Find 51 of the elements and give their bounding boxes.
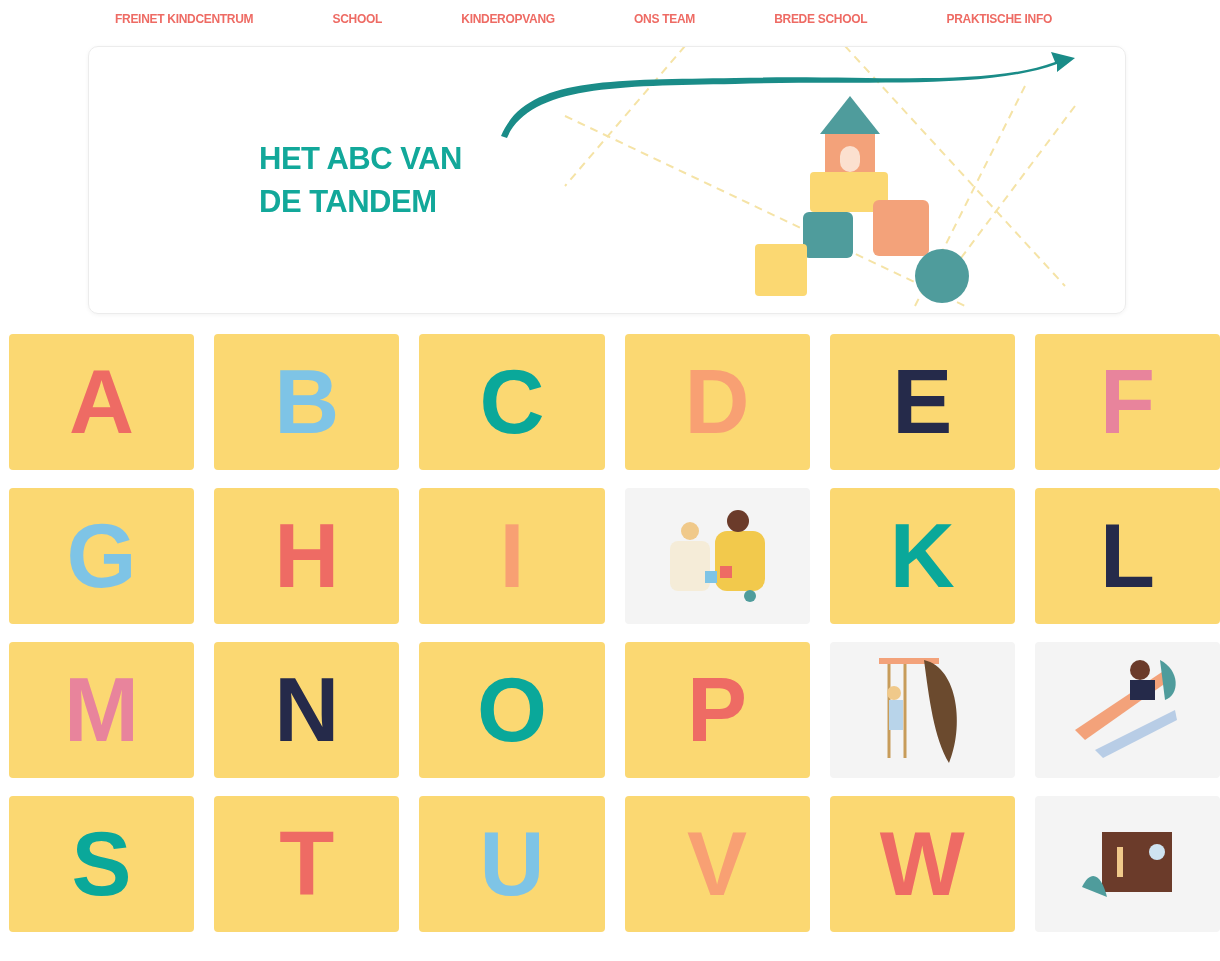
tile-letter: P [687, 665, 748, 755]
tile-letter: T [279, 819, 335, 909]
nav-link[interactable]: FREINET KINDCENTRUM [115, 10, 254, 46]
letter-tile[interactable]: N [214, 642, 400, 778]
nav-link[interactable]: SCHOOL [332, 10, 383, 46]
tile-letter: A [69, 357, 135, 447]
illustration-tile[interactable] [829, 642, 1015, 778]
tile-letter: D [684, 357, 750, 447]
letter-tile[interactable]: U [419, 796, 605, 932]
tile-letter: S [71, 819, 132, 909]
tile-letter: N [274, 665, 340, 755]
illustration-tile[interactable] [1034, 796, 1220, 932]
letter-tile[interactable]: B [214, 334, 400, 470]
tile-letter: O [476, 665, 547, 755]
letter-tile[interactable]: V [624, 796, 810, 932]
nav-link[interactable]: KINDEROPVANG [461, 10, 555, 46]
letter-tile[interactable]: I [419, 488, 605, 624]
illustration-tile[interactable] [1034, 642, 1220, 778]
letter-tile[interactable]: S [9, 796, 195, 932]
nav-link[interactable]: ONS TEAM [634, 10, 695, 46]
letter-tile[interactable]: O [419, 642, 605, 778]
letter-tile[interactable]: H [214, 488, 400, 624]
letter-tile[interactable]: G [9, 488, 195, 624]
hero-title: HET ABC VAN DE TANDEM [259, 139, 463, 221]
tile-letter: M [64, 665, 140, 755]
tile-letter: W [879, 819, 965, 909]
letter-tile[interactable]: M [9, 642, 195, 778]
letter-tile[interactable]: L [1034, 488, 1220, 624]
letter-tile[interactable]: T [214, 796, 400, 932]
tile-letter: C [479, 357, 545, 447]
nav-link[interactable]: PRAKTISCHE INFO [946, 10, 1052, 46]
tile-letter: G [66, 511, 137, 601]
tile-letter: K [889, 511, 955, 601]
tile-letter: F [1099, 357, 1155, 447]
tile-letter: L [1099, 511, 1155, 601]
letter-tile[interactable]: P [624, 642, 810, 778]
tile-letter: V [687, 819, 748, 909]
letter-tile[interactable]: A [9, 334, 195, 470]
illustration-tile[interactable] [624, 488, 810, 624]
tile-letter: U [479, 819, 545, 909]
letter-tile[interactable]: D [624, 334, 810, 470]
letter-tile[interactable]: E [829, 334, 1015, 470]
tile-letter: B [274, 357, 340, 447]
nav-link[interactable]: BREDE SCHOOL [774, 10, 868, 46]
tile-letter: E [892, 357, 953, 447]
letter-tile[interactable]: C [419, 334, 605, 470]
letter-tile[interactable]: W [829, 796, 1015, 932]
letter-tile[interactable]: F [1034, 334, 1220, 470]
tile-letter: I [499, 511, 525, 601]
tile-letter: H [274, 511, 340, 601]
letter-tile[interactable]: K [829, 488, 1015, 624]
